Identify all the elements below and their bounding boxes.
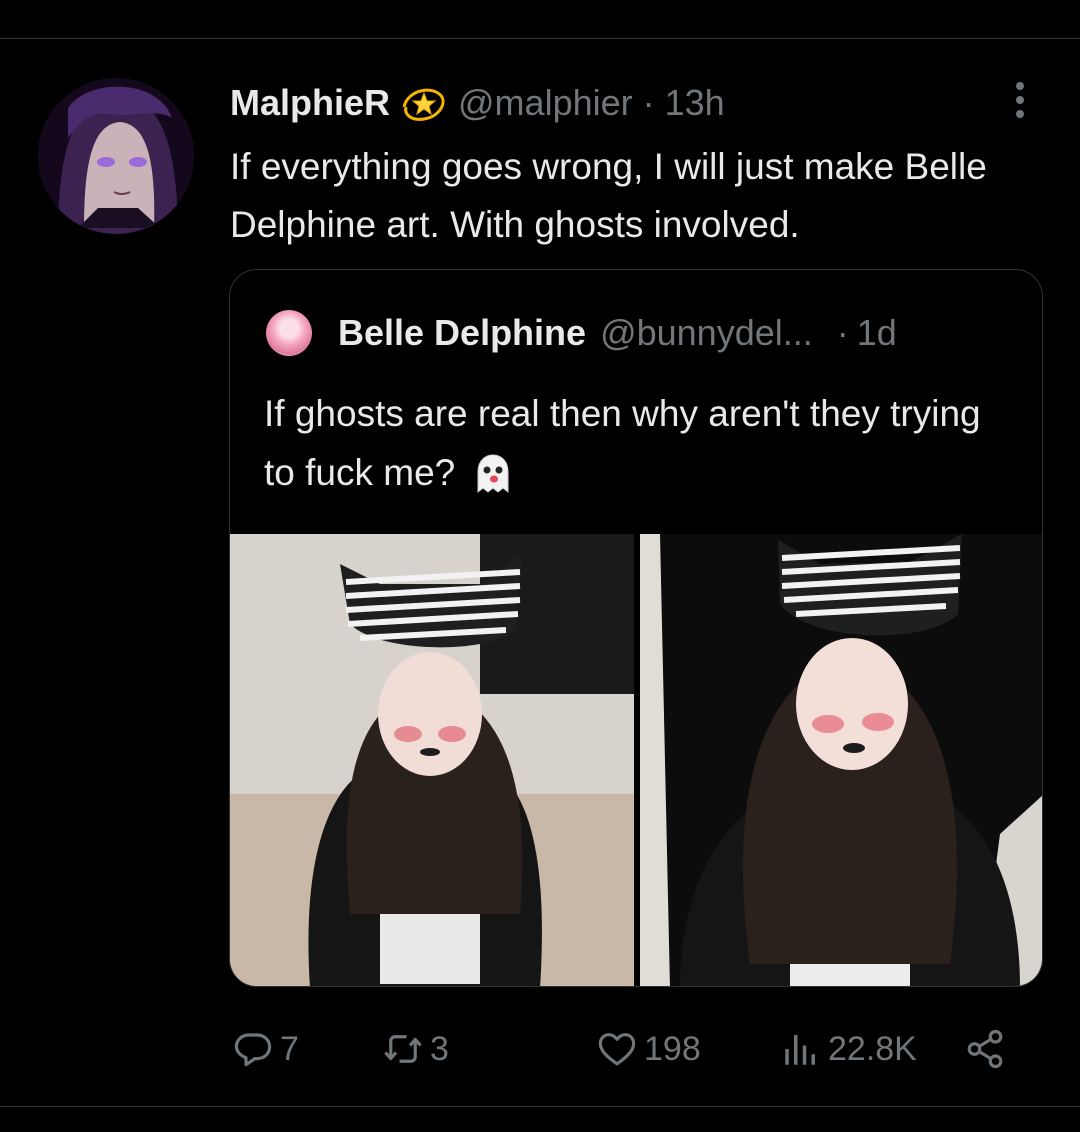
retweet-icon xyxy=(384,1035,422,1063)
ghost-emoji-icon xyxy=(477,454,509,494)
quoted-tweet-card[interactable]: Belle Delphine @bunnydel... · 1d If ghos… xyxy=(229,269,1043,987)
header-separator: · xyxy=(642,82,655,123)
quoted-display-name[interactable]: Belle Delphine xyxy=(338,312,586,354)
reply-button[interactable]: 7 xyxy=(232,1024,299,1074)
retweet-count: 3 xyxy=(430,1029,449,1068)
quoted-avatar[interactable] xyxy=(266,310,312,356)
quoted-photo-2[interactable] xyxy=(640,534,1042,986)
photo-1-image xyxy=(230,534,634,986)
heart-icon xyxy=(598,1033,636,1066)
quoted-photo-1[interactable] xyxy=(230,534,634,986)
author-avatar[interactable] xyxy=(38,78,194,234)
tweet-timestamp[interactable]: 13h xyxy=(665,82,725,124)
views-count: 22.8K xyxy=(828,1029,917,1068)
author-handle[interactable]: @malphier xyxy=(458,82,633,124)
author-display-name[interactable]: MalphieR xyxy=(230,82,390,124)
share-button[interactable] xyxy=(964,1024,1012,1074)
retweet-button[interactable]: 3 xyxy=(382,1024,449,1074)
reply-icon xyxy=(234,1033,272,1067)
tweet-actions: 7 3 198 22.8K xyxy=(232,1024,1032,1074)
avatar-image xyxy=(38,78,194,234)
reply-count: 7 xyxy=(280,1029,299,1068)
quoted-media-grid xyxy=(230,534,1042,986)
share-icon xyxy=(967,1029,1003,1069)
quoted-header: Belle Delphine @bunnydel... · 1d xyxy=(266,308,897,358)
quoted-text-block: If ghosts are real then why aren't they … xyxy=(264,384,1004,502)
quoted-text: If ghosts are real then why aren't they … xyxy=(264,393,981,493)
like-count: 198 xyxy=(644,1029,701,1068)
dizzy-star-icon xyxy=(402,88,445,121)
top-divider xyxy=(0,38,1080,39)
views-bar-chart-icon xyxy=(785,1035,815,1065)
like-button[interactable]: 198 xyxy=(596,1024,701,1074)
bottom-divider xyxy=(0,1106,1080,1107)
views-button[interactable]: 22.8K xyxy=(780,1024,917,1074)
quoted-timestamp[interactable]: 1d xyxy=(857,312,897,354)
quoted-handle[interactable]: @bunnydel... xyxy=(600,312,813,354)
photo-2-image xyxy=(640,534,1042,986)
more-vertical-icon[interactable] xyxy=(1008,80,1032,120)
tweet-text: If everything goes wrong, I will just ma… xyxy=(230,146,987,245)
tweet-header: MalphieR @malphier · 13h xyxy=(230,78,725,128)
quoted-separator: · xyxy=(836,312,849,353)
